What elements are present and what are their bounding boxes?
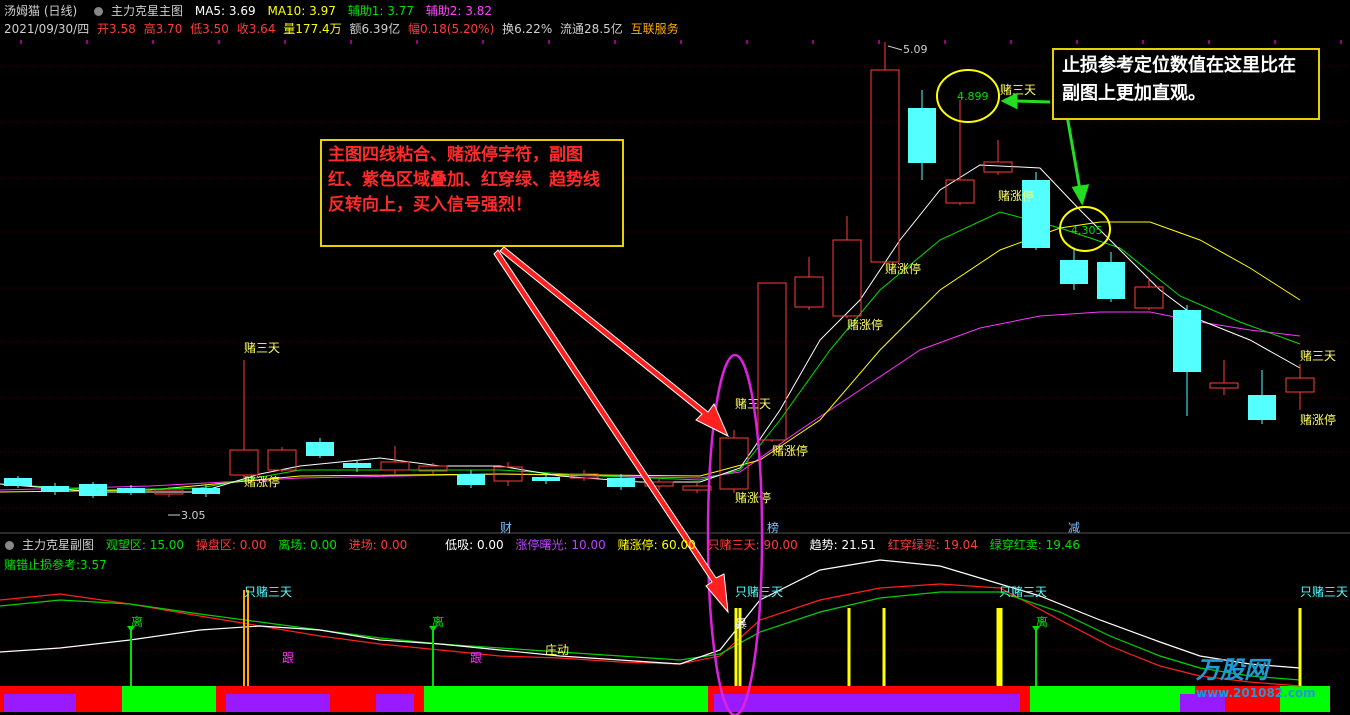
label-bet-limit-up: 赌涨停	[847, 317, 883, 332]
label-bet-limit-up: 赌涨停	[1300, 412, 1336, 427]
candle	[1134, 278, 1164, 310]
label-follow: 跟	[282, 651, 294, 665]
ma-line-white	[0, 164, 1301, 493]
candle	[945, 100, 975, 205]
label-follow: 跟	[470, 651, 482, 665]
candle	[1060, 250, 1088, 290]
callout-left: 主图四线粘合、赌涨停字符，副图红、紫色区域叠加、红穿绿、趋势线反转向上，买入信号…	[320, 139, 624, 247]
label-only-three-days: 只赌三天	[735, 585, 783, 599]
sub-green-cross: 绿穿红卖: 19.46	[989, 538, 1080, 552]
candle	[306, 438, 334, 458]
sub-line-green	[0, 591, 1301, 681]
candle	[908, 90, 936, 180]
ma-line-purple	[0, 311, 1301, 491]
label-leave: 离	[432, 614, 444, 629]
candle	[79, 482, 107, 498]
label-bet-limit-up: 赌涨停	[244, 474, 280, 489]
chart-labels: 赌三天赌涨停赌三天赌涨停赌涨停赌涨停赌涨停赌三天赌涨停赌三天赌涨停财榜减只赌三天…	[131, 83, 1348, 665]
candle	[380, 446, 410, 474]
candle	[682, 482, 712, 493]
sub-indicator-name[interactable]: 主力克星副图	[22, 538, 94, 552]
label-only-three-days: 只赌三天	[999, 585, 1047, 599]
marker-cai: 财	[500, 521, 512, 535]
sub-line-red	[0, 583, 1301, 687]
candle	[1209, 360, 1239, 395]
sub-leave: 离场: 0.00	[278, 538, 337, 552]
sub-only-bet: 只赌三天: 90.00	[707, 538, 798, 552]
circle-value-2: 4.305	[1071, 224, 1103, 237]
label-bet-three-days: 赌三天	[1000, 83, 1036, 97]
label-bet-limit-up: 赌涨停	[998, 188, 1034, 203]
label-bet-three-days: 赌三天	[1300, 349, 1336, 363]
label-leave: 离	[1036, 614, 1048, 629]
candle	[41, 483, 69, 495]
sub-trend: 趋势: 21.51	[809, 538, 876, 552]
sub-indicator-menu-icon[interactable]	[5, 541, 14, 550]
label-zhuang-move: 庄动	[545, 642, 569, 657]
candle	[1097, 252, 1125, 302]
candle	[418, 463, 448, 474]
sub-bet-limit: 赌涨停: 60.00	[617, 538, 696, 552]
low-price-mark: 3.05	[181, 509, 206, 522]
candle	[1248, 370, 1276, 424]
label-only-three-days: 只赌三天	[244, 585, 292, 599]
candle	[1285, 364, 1315, 410]
circle-value-1: 4.899	[957, 90, 989, 103]
candle	[794, 257, 824, 310]
candle	[870, 42, 900, 264]
label-bet-three-days: 赌三天	[244, 341, 280, 355]
candle	[983, 140, 1013, 175]
label-bet-limit-up: 赌涨停	[885, 261, 921, 276]
candle	[457, 470, 485, 488]
label-bet-limit-up: 赌涨停	[735, 490, 771, 505]
sub-watch: 观望区: 15.00	[105, 538, 185, 552]
candle	[719, 430, 749, 493]
label-leave: 离	[131, 614, 143, 629]
sub-color-bands	[0, 686, 1330, 712]
label-bet-limit-up: 赌涨停	[772, 443, 808, 458]
candle	[267, 447, 297, 472]
candle	[1173, 305, 1201, 416]
label-only-three-days: 只赌三天	[1300, 585, 1348, 599]
callout-right: 止损参考定位数值在这里比在副图上更加直观。	[1052, 48, 1320, 120]
marker-bang: 榜	[767, 520, 779, 535]
sub-chart-header: 主力克星副图 观望区: 15.00 操盘区: 0.00 离场: 0.00 进场:…	[0, 536, 1350, 554]
high-price-mark: 5.09	[903, 43, 928, 56]
marker-jian: 减	[1068, 521, 1080, 535]
sub-enter: 进场: 0.00	[348, 538, 408, 552]
candle	[1022, 172, 1050, 250]
sub-manip: 操盘区: 0.00	[195, 538, 267, 552]
stop-loss-ref: 赌错止损参考:3.57	[4, 558, 107, 572]
candle	[229, 360, 259, 478]
sub-line-white	[0, 559, 1301, 669]
sub-red-cross: 红穿绿买: 19.04	[887, 538, 978, 552]
sub-limit-light: 涨停曙光: 10.00	[515, 538, 606, 552]
watermark-brand: 万股网	[1196, 656, 1268, 684]
sub-low-absorb: 低吸: 0.00	[445, 538, 504, 552]
stop-loss-row: 赌错止损参考:3.57	[0, 556, 1350, 574]
watermark-url: www.201082.com	[1196, 686, 1316, 700]
label-burst: 暴	[735, 617, 747, 631]
ma-line-green	[0, 211, 1301, 491]
